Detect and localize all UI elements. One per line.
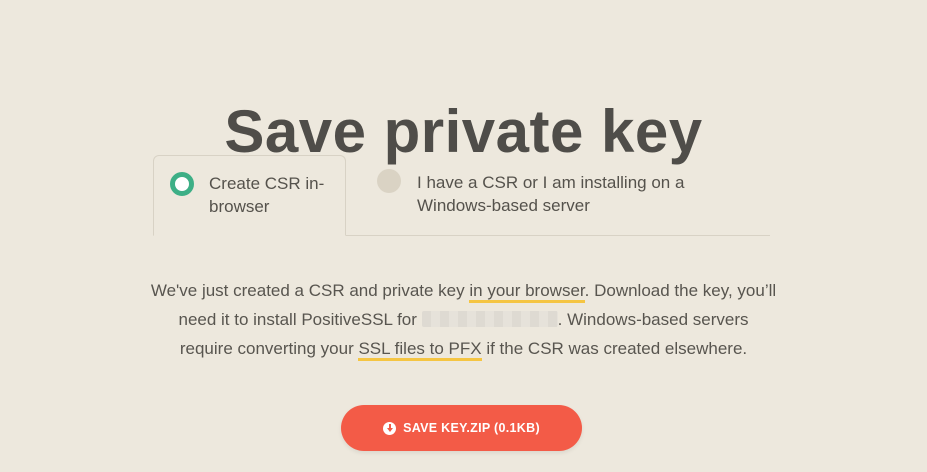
in-your-browser-link[interactable]: in your browser bbox=[469, 281, 585, 303]
tab-label: Create CSR in-browser bbox=[209, 174, 325, 216]
redacted-domain bbox=[421, 311, 558, 327]
save-key-zip-button[interactable]: SAVE KEY.ZIP (0.1KB) bbox=[341, 405, 582, 451]
description-text: We've just created a CSR and private key… bbox=[150, 276, 777, 363]
download-circle-icon bbox=[383, 421, 397, 435]
description-part: We've just created a CSR and private key bbox=[150, 281, 470, 300]
radio-unselected-icon[interactable] bbox=[377, 169, 401, 193]
csr-option-tabs: Create CSR in-browser I have a CSR or I … bbox=[153, 155, 770, 236]
tab-have-csr-windows[interactable]: I have a CSR or I am installing on a Win… bbox=[363, 155, 763, 235]
ssl-to-pfx-link[interactable]: SSL files to PFX bbox=[358, 339, 482, 361]
tab-create-csr-in-browser[interactable]: Create CSR in-browser bbox=[153, 155, 346, 236]
tab-label: I have a CSR or I am installing on a Win… bbox=[417, 173, 685, 215]
radio-selected-icon[interactable] bbox=[170, 172, 194, 196]
save-button-label: SAVE KEY.ZIP (0.1KB) bbox=[403, 421, 540, 435]
description-part: if the CSR was created elsewhere. bbox=[481, 339, 748, 358]
